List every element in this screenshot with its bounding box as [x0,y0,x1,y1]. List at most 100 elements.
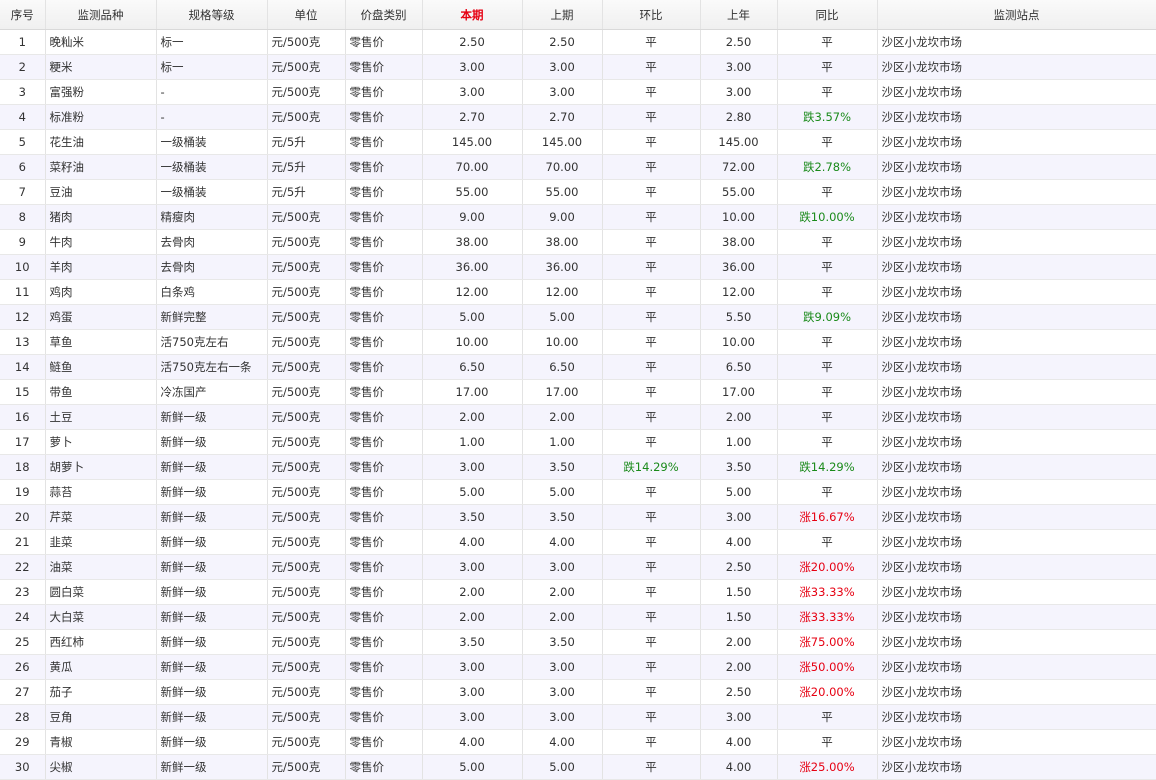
cell-price-type: 零售价 [345,729,423,755]
cell-price-type: 零售价 [345,329,423,355]
cell-current: 2.00 [422,404,523,430]
table-row: 17 萝卜 新鲜一级 元/500克 零售价 1.00 1.00 平 1.00 平沙区小龙坎市场 [0,429,1156,455]
table-header-row: 序号 监测品种 规格等级 单位 价盘类别 本期 上期 环比 上年 同比 监测站点 [0,0,1156,30]
cell-site: 沙区小龙坎市场 [877,104,1156,130]
cell-unit: 元/500克 [267,554,346,580]
cell-no: 15 [0,379,46,405]
cell-grade: 一级桶装 [156,154,268,180]
cell-previous: 3.50 [522,504,603,530]
cell-site: 沙区小龙坎市场 [877,404,1156,430]
cell-no: 29 [0,729,46,755]
cell-no: 27 [0,679,46,705]
cell-price-type: 零售价 [345,54,423,80]
cell-mom: 平 [602,104,701,130]
cell-unit: 元/500克 [267,579,346,605]
cell-item: 芹菜 [45,504,157,530]
cell-yoy: 平 [777,254,878,280]
cell-grade: 新鲜一级 [156,604,268,630]
cell-grade: 白条鸡 [156,279,268,305]
cell-mom: 平 [602,379,701,405]
cell-current: 38.00 [422,229,523,255]
cell-site: 沙区小龙坎市场 [877,204,1156,230]
cell-item: 胡萝卜 [45,454,157,480]
cell-yoy: 涨25.00% [777,754,878,780]
cell-no: 3 [0,79,46,105]
cell-current: 3.50 [422,629,523,655]
cell-site: 沙区小龙坎市场 [877,304,1156,330]
cell-item: 鲢鱼 [45,354,157,380]
cell-previous: 4.00 [522,529,603,555]
cell-last-year: 145.00 [700,129,778,155]
cell-site: 沙区小龙坎市场 [877,479,1156,505]
cell-mom: 平 [602,404,701,430]
cell-previous: 17.00 [522,379,603,405]
cell-unit: 元/500克 [267,604,346,630]
cell-mom: 平 [602,604,701,630]
table-row: 10 羊肉 去骨肉 元/500克 零售价 36.00 36.00 平 36.00 平沙区小龙坎市场 [0,254,1156,280]
table-row: 12 鸡蛋 新鲜完整 元/500克 零售价 5.00 5.00 平 5.50 跌9.09% 沙区小龙… [0,304,1156,330]
cell-last-year: 2.00 [700,654,778,680]
cell-yoy: 平 [777,79,878,105]
cell-unit: 元/5升 [267,154,346,180]
cell-no: 8 [0,204,46,230]
cell-site: 沙区小龙坎市场 [877,754,1156,780]
cell-last-year: 6.50 [700,354,778,380]
table-row: 20 芹菜 新鲜一级 元/500克 零售价 3.50 3.50 平 3.00 涨16.67% 沙区小… [0,504,1156,530]
cell-price-type: 零售价 [345,279,423,305]
cell-no: 30 [0,754,46,780]
cell-price-type: 零售价 [345,204,423,230]
header-price-type: 价盘类别 [345,0,423,30]
cell-price-type: 零售价 [345,229,423,255]
cell-current: 1.00 [422,429,523,455]
cell-site: 沙区小龙坎市场 [877,154,1156,180]
cell-mom: 平 [602,254,701,280]
table-row: 11 鸡肉 白条鸡 元/500克 零售价 12.00 12.00 平 12.00 平沙区小龙坎市场 [0,279,1156,305]
cell-current: 3.00 [422,704,523,730]
cell-site: 沙区小龙坎市场 [877,704,1156,730]
cell-current: 10.00 [422,329,523,355]
cell-grade: 新鲜一级 [156,454,268,480]
cell-previous: 70.00 [522,154,603,180]
cell-last-year: 3.00 [700,504,778,530]
header-item: 监测品种 [45,0,157,30]
cell-current: 5.00 [422,754,523,780]
cell-price-type: 零售价 [345,304,423,330]
cell-yoy: 平 [777,729,878,755]
cell-yoy: 平 [777,229,878,255]
cell-previous: 2.00 [522,604,603,630]
cell-price-type: 零售价 [345,379,423,405]
cell-price-type: 零售价 [345,429,423,455]
cell-last-year: 3.00 [700,79,778,105]
cell-unit: 元/500克 [267,404,346,430]
cell-previous: 3.00 [522,654,603,680]
cell-no: 10 [0,254,46,280]
table-row: 15 带鱼 冷冻国产 元/500克 零售价 17.00 17.00 平 17.00 平沙区小龙坎市… [0,379,1156,405]
cell-unit: 元/500克 [267,754,346,780]
cell-grade: 新鲜一级 [156,579,268,605]
table-row: 27 茄子 新鲜一级 元/500克 零售价 3.00 3.00 平 2.50 涨20.00% 沙区小… [0,679,1156,705]
cell-site: 沙区小龙坎市场 [877,429,1156,455]
cell-last-year: 5.50 [700,304,778,330]
cell-site: 沙区小龙坎市场 [877,454,1156,480]
cell-price-type: 零售价 [345,104,423,130]
cell-unit: 元/500克 [267,529,346,555]
cell-grade: 标一 [156,29,268,55]
cell-no: 13 [0,329,46,355]
cell-unit: 元/500克 [267,29,346,55]
cell-last-year: 36.00 [700,254,778,280]
cell-unit: 元/5升 [267,179,346,205]
header-yoy: 同比 [777,0,878,30]
table-row: 13 草鱼 活750克左右 元/500克 零售价 10.00 10.00 平 10.00 平沙区小… [0,329,1156,355]
cell-no: 1 [0,29,46,55]
cell-last-year: 2.50 [700,554,778,580]
cell-no: 16 [0,404,46,430]
cell-site: 沙区小龙坎市场 [877,29,1156,55]
cell-previous: 2.50 [522,29,603,55]
cell-grade: 去骨肉 [156,254,268,280]
cell-price-type: 零售价 [345,454,423,480]
cell-item: 萝卜 [45,429,157,455]
cell-site: 沙区小龙坎市场 [877,254,1156,280]
cell-previous: 38.00 [522,229,603,255]
cell-current: 3.50 [422,504,523,530]
cell-previous: 3.50 [522,454,603,480]
